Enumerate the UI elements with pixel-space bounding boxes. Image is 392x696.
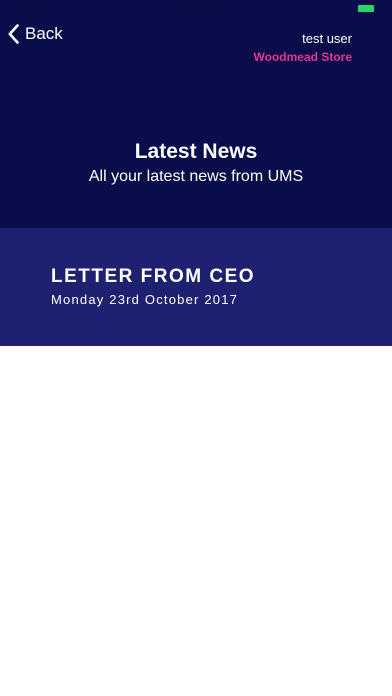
- back-button[interactable]: Back: [8, 22, 63, 46]
- back-label: Back: [25, 24, 63, 43]
- page-title: Latest News: [134, 140, 258, 163]
- news-item-title: LETTER FROM CEO: [51, 266, 256, 287]
- news-screen: Carrier 4:45 PM Back test user Woodmead …: [0, 0, 392, 696]
- chevron-left-icon: [8, 24, 19, 44]
- page-subtitle: All your latest news from UMS: [88, 168, 304, 185]
- battery-icon: [358, 5, 374, 12]
- status-bar: Carrier 4:45 PM: [0, 0, 392, 20]
- battery-tip: [375, 7, 377, 10]
- store-name: Woodmead Store: [253, 50, 352, 64]
- user-name: test user: [302, 31, 352, 46]
- status-time: 4:45 PM: [173, 3, 219, 17]
- header: Carrier 4:45 PM Back test user Woodmead …: [0, 0, 392, 228]
- news-item-date: Monday 23rd October 2017: [51, 292, 239, 307]
- news-item[interactable]: LETTER FROM CEO Monday 23rd October 2017: [0, 228, 392, 346]
